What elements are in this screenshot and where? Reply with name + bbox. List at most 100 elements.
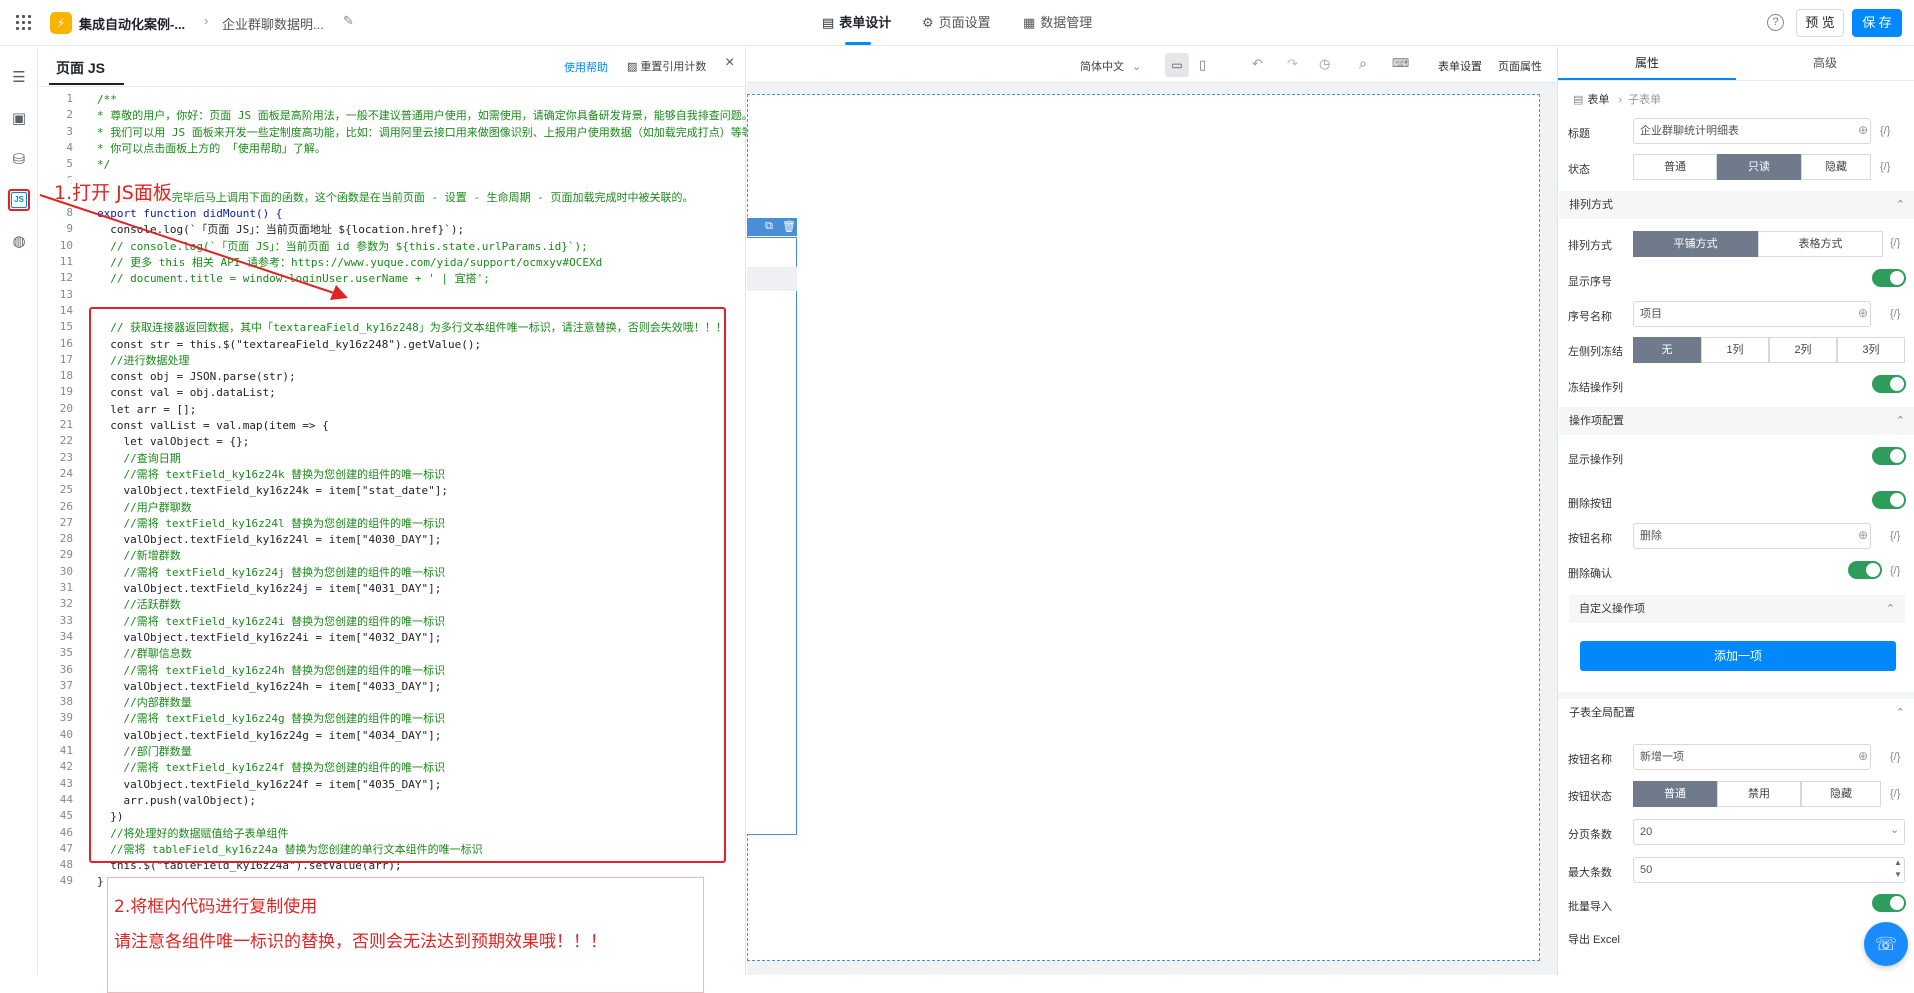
line-number: 49 [59, 874, 73, 888]
delete-button-toggle[interactable] [1872, 491, 1906, 509]
fx-icon[interactable]: {/} [1890, 788, 1900, 800]
fx-icon[interactable]: {/} [1890, 751, 1900, 763]
js-icon[interactable]: JS [11, 192, 27, 208]
copy-icon[interactable]: ⧉ [765, 220, 773, 233]
fx-icon[interactable]: {/} [1890, 565, 1900, 577]
code-line: //需将 textField_ky16z24i 替换为您创建的组件的唯一标识 [97, 614, 446, 628]
reset-ref-count-button[interactable]: ▨ 重置引用计数 [627, 58, 706, 74]
datasource-icon[interactable]: ⛁ [10, 151, 28, 169]
tab-advanced[interactable]: 高级 [1736, 47, 1914, 79]
custom-action-section[interactable]: 自定义操作项 ⌃ [1569, 595, 1905, 623]
button-state-label: 按钮状态 [1568, 791, 1612, 803]
globe-icon[interactable]: ⊕ [1858, 123, 1868, 137]
line-number: 48 [59, 858, 73, 872]
layout-label: 排列方式 [1568, 240, 1612, 252]
fx-icon[interactable]: {/} [1880, 125, 1890, 137]
props-breadcrumb: ▤ 表单 › 子表单 [1573, 94, 1662, 106]
divider [1558, 80, 1914, 81]
code-line: valObject.textField_ky16z24g = item["403… [97, 728, 442, 742]
edit-icon[interactable]: ✎ [343, 13, 354, 29]
global-section[interactable]: 子表全局配置 ⌃ [1559, 699, 1914, 727]
undo-icon[interactable]: ↶ [1252, 56, 1263, 72]
page-size-select[interactable]: 20 [1633, 819, 1905, 845]
globe-icon[interactable]: ⊕ [1858, 749, 1868, 763]
globe-icon[interactable]: ◍ [10, 233, 28, 251]
fx-icon[interactable]: {/} [1880, 161, 1890, 173]
code-line: const obj = JSON.parse(str); [97, 370, 296, 384]
app-name[interactable]: 集成自动化案例-... [79, 14, 185, 33]
mobile-view-icon[interactable]: ▯ [1199, 57, 1206, 73]
apps-grid-icon[interactable] [16, 15, 31, 30]
add-item-button[interactable]: 添加一项 [1580, 641, 1896, 671]
globe-icon[interactable]: ⊕ [1858, 306, 1868, 320]
page-props-button[interactable]: 页面属性 [1498, 58, 1542, 74]
line-number: 14 [59, 303, 73, 317]
gear-icon: ⚙ [922, 15, 934, 30]
show-index-toggle[interactable] [1872, 269, 1906, 287]
redo-icon[interactable]: ↷ [1287, 56, 1298, 72]
show-action-label: 显示操作列 [1568, 454, 1623, 466]
code-line: //需将 textField_ky16z24h 替换为您创建的组件的唯一标识 [97, 663, 446, 677]
language-select[interactable]: 简体中文 ⌄ [1080, 58, 1141, 74]
button-state-hidden[interactable]: 隐藏 [1801, 781, 1881, 807]
line-number: 22 [59, 434, 73, 448]
code-line: valObject.textField_ky16z24l = item["403… [97, 533, 442, 547]
tab-page-settings[interactable]: ⚙ 页面设置 [922, 0, 991, 46]
subform-toolbar: ⧉ 🗑 [747, 218, 797, 236]
stepper-icon[interactable]: ▲ ▼ [1894, 857, 1902, 881]
desktop-view-icon[interactable]: ▭ [1165, 53, 1189, 77]
delete-icon[interactable]: 🗑 [782, 220, 796, 233]
button-name-input[interactable]: 删除 [1633, 523, 1871, 549]
line-number: 37 [59, 678, 73, 692]
max-items-label: 最大条数 [1568, 867, 1612, 879]
layout-section[interactable]: 排列方式 ⌃ [1559, 191, 1914, 219]
code-line: //新增群数 [97, 549, 181, 563]
title-input[interactable]: 企业群聊统计明细表 [1633, 118, 1871, 144]
state-normal[interactable]: 普通 [1633, 154, 1717, 180]
delete-confirm-toggle[interactable] [1848, 561, 1882, 579]
freeze-1[interactable]: 1列 [1701, 337, 1769, 363]
layout-table[interactable]: 表格方式 [1758, 231, 1883, 257]
fx-icon[interactable]: {/} [1890, 237, 1900, 249]
help-link[interactable]: 使用帮助 [564, 59, 608, 75]
form-settings-button[interactable]: 表单设置 [1438, 58, 1482, 74]
outline-icon[interactable]: ☰ [10, 69, 28, 87]
line-number: 3 [66, 124, 73, 138]
freeze-2[interactable]: 2列 [1769, 337, 1837, 363]
action-section[interactable]: 操作项配置 ⌃ [1559, 407, 1914, 435]
global-button-name-input[interactable]: 新增一项 [1633, 744, 1871, 770]
fx-icon[interactable]: {/} [1890, 530, 1900, 542]
search-icon[interactable]: ⌕ [1359, 55, 1367, 72]
form-canvas[interactable] [747, 94, 1540, 961]
preview-button[interactable]: 预 览 [1796, 9, 1844, 37]
keyboard-icon[interactable]: ⌨ [1392, 56, 1409, 70]
tab-form-design[interactable]: ▤ 表单设计 [822, 0, 891, 46]
tab-properties[interactable]: 属性 [1558, 47, 1736, 79]
freeze-3[interactable]: 3列 [1837, 337, 1905, 363]
form-name[interactable]: 企业群聊数据明... [222, 14, 324, 33]
freeze-none[interactable]: 无 [1633, 337, 1701, 363]
show-action-toggle[interactable] [1872, 447, 1906, 465]
line-number: 30 [59, 564, 73, 578]
globe-icon[interactable]: ⊕ [1858, 528, 1868, 542]
fx-icon[interactable]: {/} [1890, 308, 1900, 320]
button-state-disabled[interactable]: 禁用 [1717, 781, 1801, 807]
tab-data-management[interactable]: ▦ 数据管理 [1023, 0, 1092, 46]
save-button[interactable]: 保 存 [1852, 9, 1902, 37]
state-hidden[interactable]: 隐藏 [1801, 154, 1871, 180]
state-readonly[interactable]: 只读 [1717, 154, 1801, 180]
selected-subform[interactable] [747, 237, 797, 835]
support-chat-icon[interactable]: ☏ [1864, 922, 1908, 966]
max-items-input[interactable]: 50 [1633, 857, 1905, 883]
layout-tile[interactable]: 平铺方式 [1633, 231, 1758, 257]
index-name-input[interactable]: 项目 [1633, 301, 1871, 327]
code-line: //内部群数量 [97, 696, 192, 710]
close-icon[interactable]: × [725, 54, 734, 72]
freeze-action-toggle[interactable] [1872, 375, 1906, 393]
history-icon[interactable]: ◷ [1319, 56, 1330, 72]
line-number: 26 [59, 499, 73, 513]
help-icon[interactable]: ? [1767, 14, 1784, 31]
button-state-normal[interactable]: 普通 [1633, 781, 1717, 807]
components-icon[interactable]: ▣ [10, 110, 28, 128]
bulk-import-toggle[interactable] [1872, 894, 1906, 912]
